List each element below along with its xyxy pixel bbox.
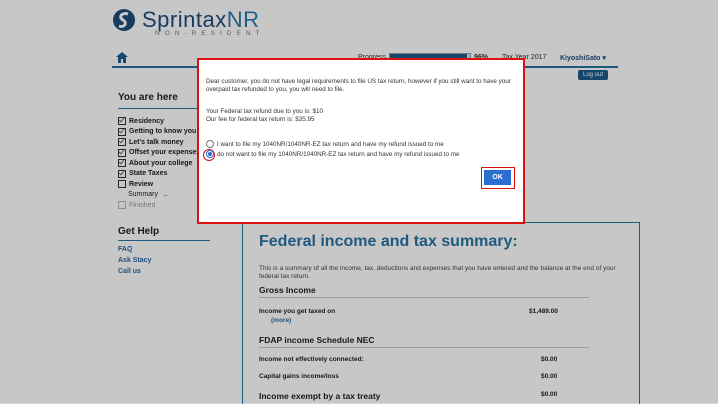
ok-button[interactable]: OK: [484, 170, 511, 185]
fee-amount: Our fee for federal tax return is: $35.9…: [206, 116, 315, 123]
refund-amount: Your Federal tax refund due to you is: $…: [206, 108, 324, 115]
radio-unselected-icon[interactable]: [206, 140, 214, 148]
ok-button-highlight: OK: [481, 167, 515, 189]
dialog-message: Dear customer, you do not have legal req…: [206, 78, 511, 93]
filing-requirement-dialog: Dear customer, you do not have legal req…: [197, 58, 525, 224]
option-do-not-file[interactable]: do not want to file my 1040NR/1040NR-EZ …: [206, 150, 460, 158]
radio-selected-icon[interactable]: [206, 150, 214, 158]
option-file-return[interactable]: I want to file my 1040NR/1040NR-EZ tax r…: [206, 140, 444, 148]
